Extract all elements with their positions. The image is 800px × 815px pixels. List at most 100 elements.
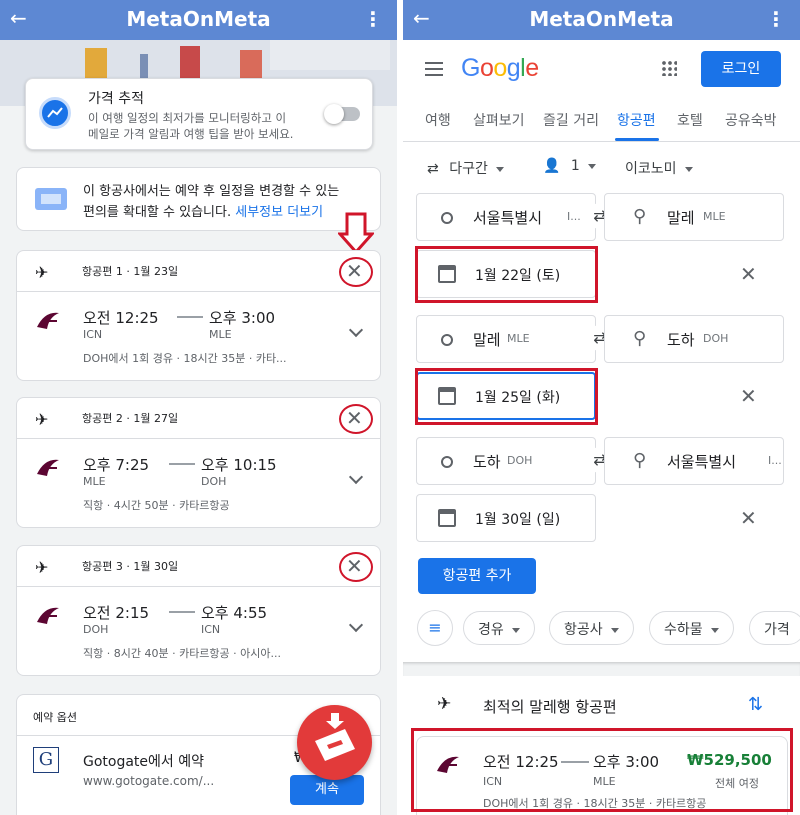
tracking-toggle[interactable] — [324, 104, 360, 124]
cabin-class-value: 이코노미 — [625, 161, 677, 177]
date-field-3[interactable]: 1월 30일 (일) — [416, 494, 596, 542]
filter-baggage-chip[interactable]: 수하물 — [649, 611, 734, 645]
filter-settings-icon[interactable]: ≡ — [417, 610, 453, 646]
remove-leg-icon[interactable]: ✕ — [740, 384, 757, 408]
filter-airline-label: 항공사 — [564, 622, 603, 638]
filter-stops-label: 경유 — [478, 622, 504, 638]
arrival-time: 오후 10:15 — [201, 456, 277, 474]
hamburger-menu-icon[interactable] — [425, 62, 443, 76]
booking-provider-name: Gotogate에서 예약 — [83, 754, 205, 770]
passengers-select[interactable]: 👤 1 — [543, 158, 596, 174]
origin-field-3[interactable]: 도하 DOH — [416, 437, 596, 485]
app-title: MetaOnMeta — [126, 7, 271, 31]
origin-code: DOH — [507, 454, 533, 467]
expand-chevron-icon[interactable] — [348, 617, 364, 633]
tab-things-to-do[interactable]: 즐길 거리 — [543, 110, 599, 130]
origin-field-1[interactable]: 서울특별시 I... — [416, 193, 596, 241]
leg-info: 직항 · 4시간 50분 · 카타르항공 — [83, 499, 230, 512]
origin-field-2[interactable]: 말레 MLE — [416, 315, 596, 363]
destination-code: I... — [768, 454, 782, 467]
filter-price-chip[interactable]: 가격 — [749, 611, 800, 645]
destination-field-3[interactable]: ⚲ 서울특별시 I... — [604, 437, 784, 485]
sort-icon[interactable]: ⇅ — [748, 694, 763, 715]
notice-line-2-wrap: 편의를 확대할 수 있습니다. 세부정보 더보기 — [83, 201, 323, 220]
ticket-icon — [35, 188, 67, 210]
more-vert-icon[interactable]: ⋮ — [363, 7, 383, 31]
destination-code: MLE — [703, 210, 726, 223]
flight-leg-card-3: ✈ 항공편 3 · 1월 30일 ✕ 오전 2:15 오후 4:55 DOH I… — [16, 545, 381, 676]
destination-field-1[interactable]: ⚲ 말레 MLE — [604, 193, 784, 241]
filter-stops-chip[interactable]: 경유 — [463, 611, 535, 645]
apps-grid-icon[interactable] — [661, 60, 677, 76]
takeoff-icon: ✈ — [35, 410, 49, 429]
filter-airline-chip[interactable]: 항공사 — [549, 611, 634, 645]
passenger-count: 1 — [570, 158, 580, 174]
tab-vacation-rentals[interactable]: 공유숙박 — [725, 110, 777, 130]
red-box-annotation-date-1 — [415, 246, 598, 303]
left-phone-screen: ← MetaOnMeta ⋮ 가격 추적 이 여행 일정의 최저가를 모니터링하… — [0, 0, 397, 815]
fab-ticket-button[interactable] — [297, 705, 372, 780]
trip-type-select[interactable]: ⇄ 다구간 — [427, 158, 504, 178]
details-link[interactable]: 세부정보 더보기 — [235, 205, 323, 220]
calendar-icon — [438, 509, 456, 527]
google-logo-letter: G — [461, 54, 480, 82]
origin-code: MLE — [83, 475, 106, 488]
remove-leg-icon[interactable]: ✕ — [740, 506, 757, 530]
takeoff-icon: ✈ — [35, 263, 49, 282]
red-circle-annotation-3 — [339, 552, 373, 582]
origin-city: 서울특별시 — [473, 209, 543, 227]
flexibility-notice-card: 이 항공사에서는 예약 후 일정을 변경할 수 있는 편의를 확대할 수 있습니… — [16, 167, 381, 231]
app-bar: ← MetaOnMeta ⋮ — [0, 0, 397, 40]
ticket-plane-icon — [315, 713, 355, 761]
destination-city: 말레 — [667, 209, 695, 227]
expand-chevron-icon[interactable] — [348, 322, 364, 338]
destination-code: DOH — [201, 475, 227, 488]
tab-explore[interactable]: 살펴보기 — [473, 110, 525, 130]
route-arrow-icon — [177, 316, 203, 318]
destination-code: ICN — [201, 623, 221, 636]
cabin-class-select[interactable]: 이코노미 — [625, 158, 693, 178]
departure-time: 오후 7:25 — [83, 456, 150, 474]
red-box-annotation-best — [411, 728, 793, 812]
app-bar: ← MetaOnMeta ⋮ — [403, 0, 800, 40]
tab-flights[interactable]: 항공편 — [617, 110, 656, 130]
leg-header: 항공편 2 · 1월 27일 — [82, 412, 179, 425]
origin-code: ICN — [83, 328, 103, 341]
origin-city: 말레 — [473, 331, 501, 349]
destination-code: DOH — [703, 332, 729, 345]
tab-travel[interactable]: 여행 — [425, 110, 451, 130]
expand-chevron-icon[interactable] — [348, 469, 364, 485]
airline-logo-icon — [37, 312, 59, 329]
leg-header: 항공편 3 · 1월 30일 — [82, 560, 179, 573]
google-logo-letter: o — [493, 54, 507, 82]
tab-hotels[interactable]: 호텔 — [677, 110, 703, 130]
origin-circle-icon — [441, 456, 453, 468]
red-box-annotation-date-2 — [415, 368, 598, 425]
red-circle-annotation-1 — [339, 257, 373, 287]
google-logo: Google — [461, 54, 539, 83]
route-arrow-icon — [169, 463, 195, 465]
airline-logo-icon — [37, 607, 59, 624]
booking-provider-url: www.gotogate.com/... — [83, 774, 215, 788]
route-arrow-icon — [169, 611, 195, 613]
swap-arrows-icon: ⇄ — [427, 161, 439, 177]
remove-leg-icon[interactable]: ✕ — [740, 262, 757, 286]
notice-line-1: 이 항공사에서는 예약 후 일정을 변경할 수 있는 — [83, 184, 340, 199]
destination-field-2[interactable]: ⚲ 도하 DOH — [604, 315, 784, 363]
more-vert-icon[interactable]: ⋮ — [766, 7, 786, 31]
price-tracking-card: 가격 추적 이 여행 일정의 최저가를 모니터링하고 이 메일로 가격 알림과 … — [25, 78, 373, 150]
app-title: MetaOnMeta — [529, 7, 674, 31]
google-logo-letter: g — [506, 54, 521, 82]
airline-logo-icon — [37, 459, 59, 476]
arrival-time: 오후 4:55 — [201, 604, 268, 622]
login-button[interactable]: 로그인 — [701, 51, 781, 87]
destination-city: 서울특별시 — [667, 453, 737, 471]
leg-info: DOH에서 1회 경유 · 18시간 35분 · 카타... — [83, 352, 287, 365]
add-flight-button[interactable]: 항공편 추가 — [418, 558, 536, 594]
person-icon: 👤 — [543, 158, 561, 174]
gotogate-logo-icon: G — [33, 747, 59, 773]
trip-type-value: 다구간 — [449, 161, 488, 177]
tracking-title: 가격 추적 — [88, 91, 144, 107]
section-separator — [403, 662, 800, 676]
arrival-time: 오후 3:00 — [209, 309, 276, 327]
